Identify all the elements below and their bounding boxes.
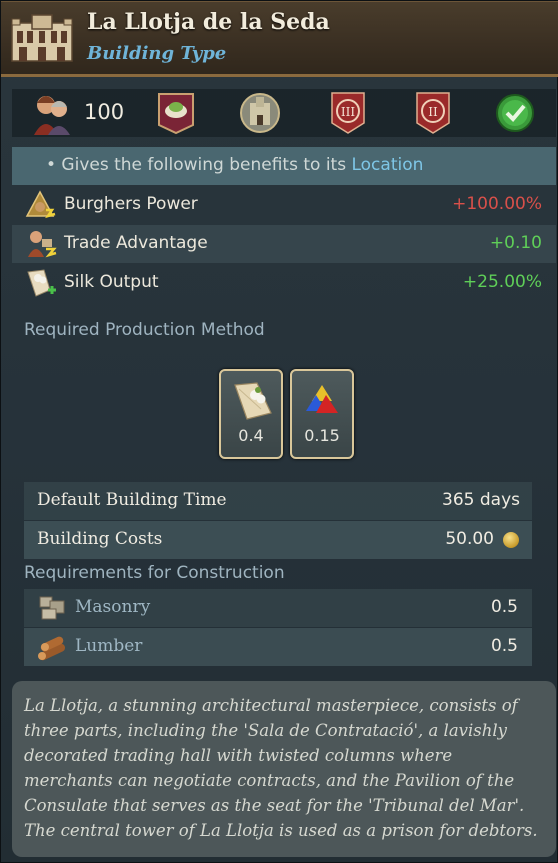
masonry-icon xyxy=(39,596,65,620)
silk-output-icon xyxy=(27,269,56,297)
modifier-row-trade-advantage[interactable]: Trade Advantage +0.10 xyxy=(12,225,556,263)
requirement-row-lumber[interactable]: Lumber 0.5 xyxy=(24,628,532,666)
tier-two-badge-icon[interactable]: II xyxy=(413,91,453,135)
building-time-value: 365 days xyxy=(442,490,520,510)
svg-text:III: III xyxy=(341,105,355,119)
checkmark-badge-icon[interactable] xyxy=(495,91,535,135)
modifier-label: Silk Output xyxy=(64,272,159,292)
building-description: La Llotja, a stunning architectural mast… xyxy=(12,681,556,857)
population-icon[interactable] xyxy=(32,91,72,135)
requirement-value: 0.5 xyxy=(490,636,518,656)
modifier-label: Trade Advantage xyxy=(64,233,208,253)
castle-portrait-icon[interactable] xyxy=(240,91,280,135)
modifier-row-burghers-power[interactable]: Burghers Power +100.00% xyxy=(12,186,556,224)
requirement-value: 0.5 xyxy=(490,597,518,617)
building-title: La Llotja de la Seda xyxy=(87,9,330,35)
requirement-label: Masonry xyxy=(75,597,151,617)
production-good-cloth[interactable]: 0.4 xyxy=(219,369,283,459)
tier-three-badge-icon[interactable]: III xyxy=(328,91,368,135)
burghers-power-icon xyxy=(25,190,56,219)
gold-coin-icon xyxy=(503,532,519,548)
location-benefits-header: • Gives the following benefits to its Lo… xyxy=(12,147,556,185)
requirements-heading: Requirements for Construction xyxy=(24,563,285,583)
lumber-icon xyxy=(38,636,66,661)
production-good-dyes[interactable]: 0.15 xyxy=(290,369,354,459)
requirement-row-masonry[interactable]: Masonry 0.5 xyxy=(24,589,532,627)
modifier-row-silk-output[interactable]: Silk Output +25.00% xyxy=(12,264,556,302)
good-amount: 0.15 xyxy=(304,426,340,445)
modifier-value: +100.00% xyxy=(452,194,542,214)
requirement-label: Lumber xyxy=(75,636,143,656)
building-cost-value: 50.00 xyxy=(445,529,494,549)
building-time-row: Default Building Time 365 days xyxy=(24,482,532,520)
svg-text:II: II xyxy=(428,105,438,119)
building-type-label[interactable]: Building Type xyxy=(87,43,226,64)
building-tooltip-panel: La Llotja de la Seda Building Type 100 I… xyxy=(0,0,558,863)
building-summary-row: 100 III II xyxy=(12,89,556,137)
modifier-value: +0.10 xyxy=(489,233,542,253)
production-method-heading: Required Production Method xyxy=(24,320,265,340)
building-cost-row: Building Costs 50.00 xyxy=(24,521,532,559)
population-count: 100 xyxy=(84,100,125,124)
benefits-intro-text: • Gives the following benefits to its xyxy=(46,155,352,175)
cloth-icon xyxy=(234,382,272,420)
trade-advantage-icon xyxy=(28,231,57,258)
building-icon xyxy=(11,14,73,62)
tooltip-header: La Llotja de la Seda Building Type xyxy=(1,1,558,77)
good-amount: 0.4 xyxy=(238,426,264,445)
location-link[interactable]: Location xyxy=(351,155,423,175)
trade-good-emblem-icon[interactable] xyxy=(156,91,196,135)
modifier-label: Burghers Power xyxy=(64,194,198,214)
modifier-value: +25.00% xyxy=(462,272,542,292)
building-time-label: Default Building Time xyxy=(37,490,227,510)
building-cost-label: Building Costs xyxy=(37,529,163,549)
dyes-icon xyxy=(306,385,338,413)
